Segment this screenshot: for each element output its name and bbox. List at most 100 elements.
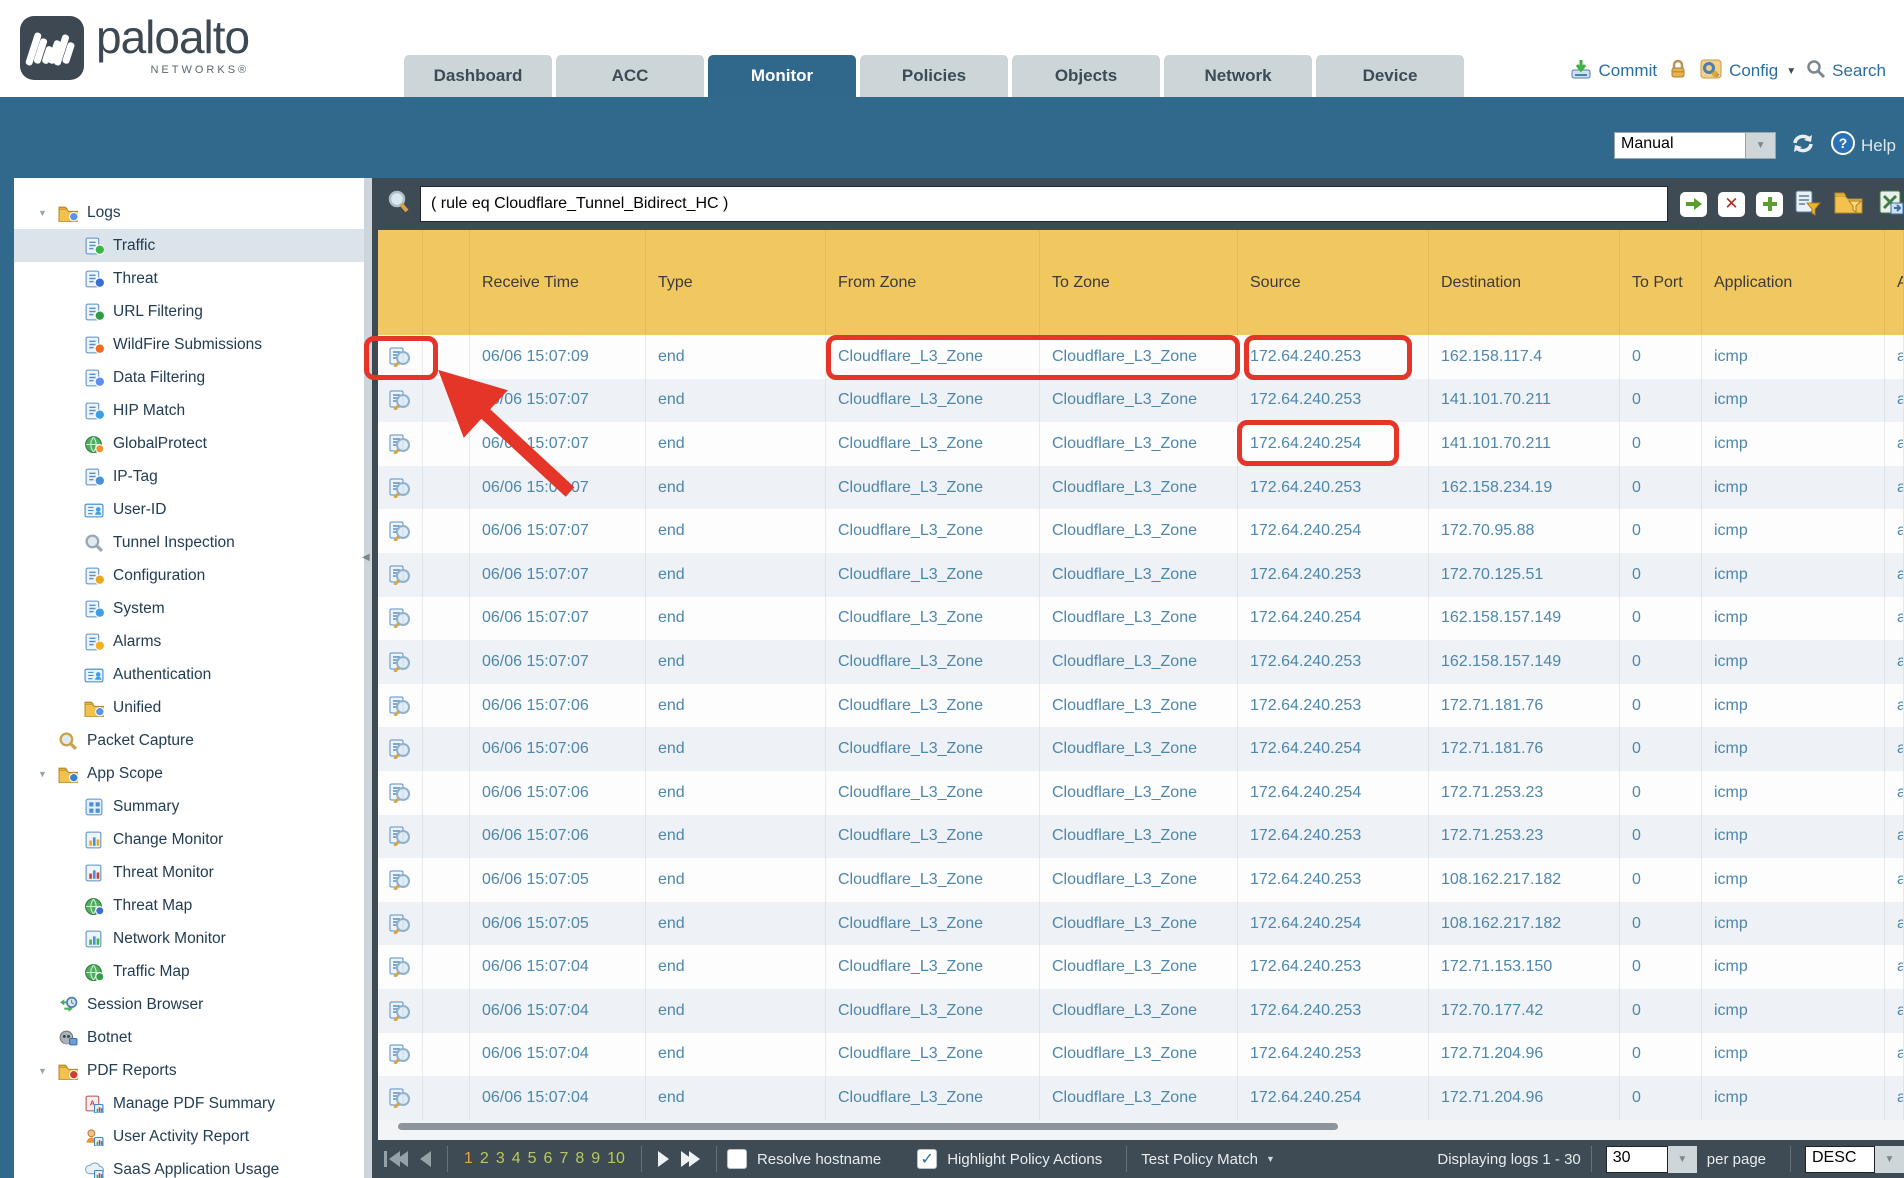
column-header-type[interactable]: Type xyxy=(646,230,826,335)
add-filter-button[interactable] xyxy=(1756,192,1783,217)
column-header-to-zone[interactable]: To Zone xyxy=(1040,230,1238,335)
log-detail-magnifier-icon[interactable] xyxy=(378,597,423,641)
tab-acc[interactable]: ACC xyxy=(556,55,704,97)
page-number-3[interactable]: 3 xyxy=(496,1150,505,1168)
log-detail-magnifier-icon[interactable] xyxy=(378,553,423,597)
horizontal-scrollbar[interactable] xyxy=(378,1120,1904,1140)
sidebar-item-app-scope[interactable]: ▼App Scope xyxy=(14,757,364,790)
sidebar-item-threat[interactable]: Threat xyxy=(14,262,364,295)
sidebar-item-threat-map[interactable]: Threat Map xyxy=(14,889,364,922)
tab-monitor[interactable]: Monitor xyxy=(708,55,856,97)
refresh-icon[interactable] xyxy=(1790,131,1816,160)
log-detail-magnifier-icon[interactable] xyxy=(378,945,423,989)
tab-dashboard[interactable]: Dashboard xyxy=(404,55,552,97)
prev-page-button[interactable] xyxy=(420,1151,431,1167)
sidebar-item-authentication[interactable]: Authentication xyxy=(14,658,364,691)
sidebar-item-hip-match[interactable]: HIP Match xyxy=(14,394,364,427)
page-number-6[interactable]: 6 xyxy=(544,1150,553,1168)
tree-expander-icon[interactable]: ▼ xyxy=(38,208,58,218)
filter-query-input[interactable] xyxy=(420,186,1668,222)
sort-order-select[interactable]: DESC ▼ xyxy=(1805,1146,1904,1173)
column-header-destination[interactable]: Destination xyxy=(1429,230,1620,335)
log-detail-magnifier-icon[interactable] xyxy=(378,335,423,379)
sidebar-item-unified[interactable]: Unified xyxy=(14,691,364,724)
per-page-caret-icon[interactable]: ▼ xyxy=(1668,1146,1697,1173)
sidebar-splitter[interactable]: ◀ xyxy=(364,178,372,1178)
log-detail-magnifier-icon[interactable] xyxy=(378,509,423,553)
tab-device[interactable]: Device xyxy=(1316,55,1464,97)
column-header-to-port[interactable]: To Port xyxy=(1620,230,1702,335)
sidebar-item-change-monitor[interactable]: Change Monitor xyxy=(14,823,364,856)
last-page-button[interactable] xyxy=(681,1151,700,1167)
sidebar-item-traffic[interactable]: Traffic xyxy=(14,229,364,262)
sidebar-item-data-filtering[interactable]: Data Filtering xyxy=(14,361,364,394)
collapse-sidebar-icon[interactable]: ◀ xyxy=(362,552,370,563)
log-detail-magnifier-icon[interactable] xyxy=(378,1076,423,1120)
horizontal-scrollbar-thumb[interactable] xyxy=(398,1123,1338,1130)
page-number-4[interactable]: 4 xyxy=(512,1150,521,1168)
log-detail-magnifier-icon[interactable] xyxy=(378,989,423,1033)
lock-icon[interactable] xyxy=(1667,58,1689,85)
page-number-2[interactable]: 2 xyxy=(480,1150,489,1168)
sidebar-item-user-activity-report[interactable]: User Activity Report xyxy=(14,1120,364,1153)
resolve-hostname-checkbox[interactable] xyxy=(727,1149,747,1169)
log-detail-magnifier-icon[interactable] xyxy=(378,902,423,946)
clear-filter-button[interactable]: ✕ xyxy=(1718,192,1745,217)
log-detail-magnifier-icon[interactable] xyxy=(378,422,423,466)
log-detail-magnifier-icon[interactable] xyxy=(378,858,423,902)
log-detail-magnifier-icon[interactable] xyxy=(378,640,423,684)
sidebar-item-packet-capture[interactable]: Packet Capture xyxy=(14,724,364,757)
tree-expander-icon[interactable]: ▼ xyxy=(38,769,58,779)
log-detail-magnifier-icon[interactable] xyxy=(378,1033,423,1077)
sidebar-item-threat-monitor[interactable]: Threat Monitor xyxy=(14,856,364,889)
config-menu[interactable]: Config ▼ xyxy=(1699,58,1796,85)
per-page-select[interactable]: 30 ▼ xyxy=(1606,1146,1697,1173)
sidebar-item-tunnel-inspection[interactable]: Tunnel Inspection xyxy=(14,526,364,559)
help-link[interactable]: ? Help xyxy=(1830,130,1896,161)
sidebar-item-alarms[interactable]: Alarms xyxy=(14,625,364,658)
log-detail-magnifier-icon[interactable] xyxy=(378,466,423,510)
first-page-button[interactable] xyxy=(384,1151,408,1167)
page-number-8[interactable]: 8 xyxy=(575,1150,584,1168)
highlight-policy-actions-checkbox[interactable]: ✓ xyxy=(917,1149,937,1169)
sidebar-item-session-browser[interactable]: Session Browser xyxy=(14,988,364,1021)
column-header-from-zone[interactable]: From Zone xyxy=(826,230,1040,335)
page-number-1[interactable]: 1 xyxy=(464,1150,473,1168)
sidebar-item-configuration[interactable]: Configuration xyxy=(14,559,364,592)
sidebar-item-network-monitor[interactable]: Network Monitor xyxy=(14,922,364,955)
log-detail-magnifier-icon[interactable] xyxy=(378,815,423,859)
refresh-mode-select[interactable]: Manual ▼ xyxy=(1614,132,1776,159)
page-number-10[interactable]: 10 xyxy=(607,1150,625,1168)
sidebar-item-manage-pdf-summary[interactable]: AManage PDF Summary xyxy=(14,1087,364,1120)
tab-policies[interactable]: Policies xyxy=(860,55,1008,97)
tree-expander-icon[interactable]: ▼ xyxy=(38,1066,58,1076)
column-header-receive-time[interactable]: Receive Time xyxy=(470,230,646,335)
sidebar-item-summary[interactable]: Summary xyxy=(14,790,364,823)
column-header-a[interactable]: A xyxy=(1885,230,1904,335)
commit-link[interactable]: Commit xyxy=(1569,58,1658,85)
page-number-5[interactable]: 5 xyxy=(528,1150,537,1168)
apply-filter-button[interactable] xyxy=(1680,192,1707,217)
log-detail-magnifier-icon[interactable] xyxy=(378,379,423,423)
log-detail-magnifier-icon[interactable] xyxy=(378,771,423,815)
sidebar-item-url-filtering[interactable]: URL Filtering xyxy=(14,295,364,328)
column-header-source[interactable]: Source xyxy=(1238,230,1429,335)
test-policy-match-button[interactable]: Test Policy Match ▼ xyxy=(1141,1151,1275,1168)
sidebar-item-ip-tag[interactable]: IP-Tag xyxy=(14,460,364,493)
load-filter-icon[interactable] xyxy=(1833,188,1865,221)
save-filter-icon[interactable] xyxy=(1794,188,1822,221)
search-link[interactable]: Search xyxy=(1806,59,1886,84)
page-number-7[interactable]: 7 xyxy=(559,1150,568,1168)
sidebar-item-globalprotect[interactable]: GlobalProtect xyxy=(14,427,364,460)
sidebar-item-botnet[interactable]: Botnet xyxy=(14,1021,364,1054)
tab-network[interactable]: Network xyxy=(1164,55,1312,97)
next-page-button[interactable] xyxy=(658,1151,669,1167)
sidebar-item-logs[interactable]: ▼Logs xyxy=(14,196,364,229)
sidebar-item-wildfire-submissions[interactable]: WildFire Submissions xyxy=(14,328,364,361)
refresh-mode-caret-icon[interactable]: ▼ xyxy=(1746,132,1776,159)
column-header-application[interactable]: Application xyxy=(1702,230,1885,335)
tab-objects[interactable]: Objects xyxy=(1012,55,1160,97)
export-icon[interactable] xyxy=(1876,188,1904,221)
sidebar-item-pdf-reports[interactable]: ▼PDF Reports xyxy=(14,1054,364,1087)
sidebar-item-system[interactable]: System xyxy=(14,592,364,625)
